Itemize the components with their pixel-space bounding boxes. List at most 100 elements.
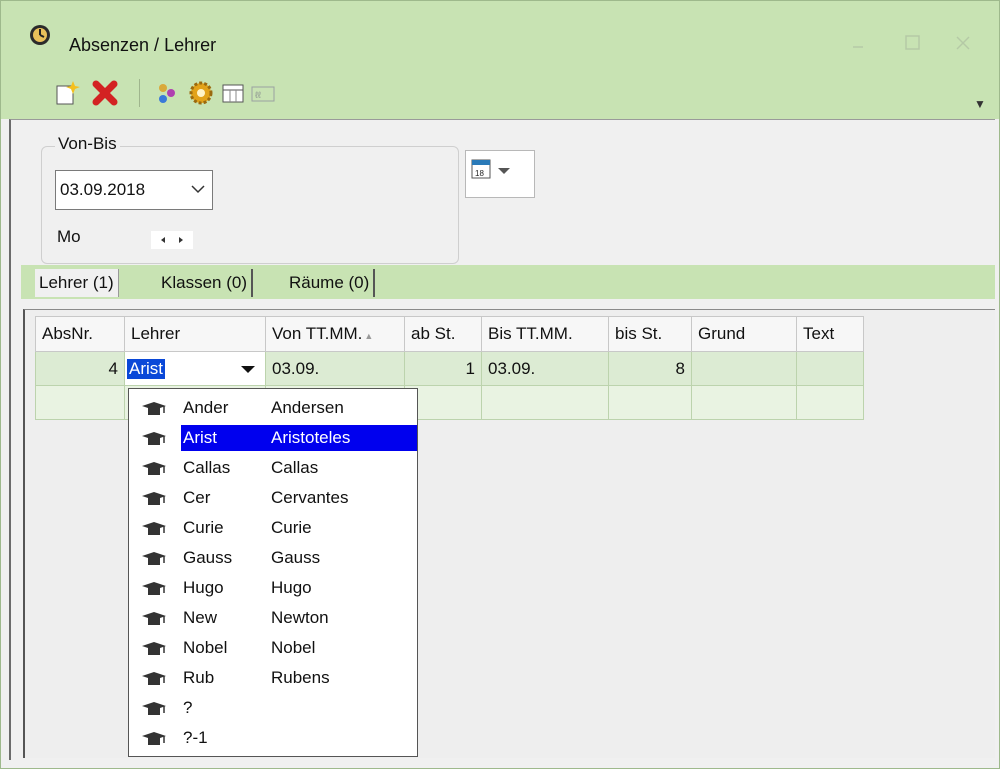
dropdown-item-short: Gauss xyxy=(183,548,233,567)
dropdown-item-short: Arist xyxy=(181,425,269,451)
teacher-hat-icon xyxy=(142,522,166,535)
dropdown-item-long: Rubens xyxy=(271,668,330,687)
people-icon[interactable] xyxy=(153,79,181,107)
maximize-icon[interactable] xyxy=(899,31,927,55)
teacher-hat-icon xyxy=(142,462,166,475)
cell-grund[interactable] xyxy=(691,351,797,386)
cell-empty[interactable] xyxy=(608,385,692,420)
window-title: Absenzen / Lehrer xyxy=(69,35,217,55)
cell-ab[interactable]: 1 xyxy=(404,351,482,386)
teacher-hat-icon xyxy=(142,612,166,625)
cell-empty[interactable] xyxy=(691,385,797,420)
table-row[interactable]: 4 Arist 03.09. 1 03.09. 8 xyxy=(35,351,864,386)
dropdown-item-short: Callas xyxy=(183,458,231,477)
dropdown-item-long: Nobel xyxy=(271,638,316,657)
col-lehrer[interactable]: Lehrer xyxy=(124,316,266,352)
tab-raeume[interactable]: Räume (0) xyxy=(285,269,376,297)
cell-von[interactable]: 03.09. xyxy=(265,351,405,386)
settings-gear-icon[interactable] xyxy=(187,79,215,107)
date-value: 03.09.2018 xyxy=(60,180,146,199)
teacher-hat-icon xyxy=(142,672,166,685)
dropdown-item-long: Newton xyxy=(271,608,329,627)
teacher-hat-icon xyxy=(142,402,166,415)
close-icon[interactable] xyxy=(949,31,977,55)
teacher-hat-icon xyxy=(142,582,166,595)
table-header: AbsNr. Lehrer Von TT.MM. ▲ ab St. Bis TT.… xyxy=(35,316,864,352)
prev-next-arrows[interactable] xyxy=(151,231,193,249)
col-bis[interactable]: Bis TT.MM. xyxy=(481,316,609,352)
col-bisst[interactable]: bis St. xyxy=(608,316,692,352)
toolbar: ℓℓ ▼ xyxy=(1,67,999,119)
col-text[interactable]: Text xyxy=(796,316,864,352)
cell-text[interactable] xyxy=(796,351,864,386)
weekday-label: Mo xyxy=(57,227,81,246)
teacher-dropdown-list: Ander Andersen Arist Aristoteles Callas Calla… xyxy=(128,388,418,757)
dropdown-item-long: Hugo xyxy=(271,578,312,597)
col-grund[interactable]: Grund xyxy=(691,316,797,352)
dropdown-item-long: Gauss xyxy=(271,548,321,567)
cell-empty[interactable] xyxy=(35,385,125,420)
cell-lehrer-value[interactable]: Arist xyxy=(127,358,165,379)
group-label: Von-Bis xyxy=(55,134,120,154)
dropdown-item[interactable]: New Newton xyxy=(131,603,415,633)
cell-empty[interactable] xyxy=(481,385,609,420)
dropdown-item[interactable]: Callas Callas xyxy=(131,453,415,483)
col-absnr[interactable]: AbsNr. xyxy=(35,316,125,352)
toolbar-overflow-icon[interactable]: ▼ xyxy=(974,97,986,111)
dropdown-item-short: Rub xyxy=(183,668,215,687)
dropdown-item-short: New xyxy=(183,608,218,627)
teacher-hat-icon xyxy=(142,642,166,655)
new-icon[interactable] xyxy=(53,79,81,107)
teacher-hat-icon xyxy=(142,432,166,445)
dropdown-item-long: Aristoteles xyxy=(267,425,417,451)
dropdown-arrow-icon[interactable] xyxy=(241,366,255,373)
tab-lehrer[interactable]: Lehrer (1) xyxy=(35,269,119,297)
dropdown-item[interactable]: Ander Andersen xyxy=(131,393,415,423)
cell-bis[interactable]: 03.09. xyxy=(481,351,609,386)
teacher-hat-icon xyxy=(142,492,166,505)
dropdown-item-long xyxy=(267,725,417,751)
chevron-down-icon[interactable] xyxy=(190,183,206,195)
dropdown-item-long: Callas xyxy=(271,458,319,477)
dropdown-item-short: ? xyxy=(183,698,193,717)
date-picker[interactable]: 03.09.2018 xyxy=(55,170,213,210)
col-ab[interactable]: ab St. xyxy=(404,316,482,352)
dropdown-item[interactable]: Nobel Nobel xyxy=(131,633,415,663)
dropdown-item-long: Andersen xyxy=(271,398,344,417)
dropdown-item[interactable]: Gauss Gauss xyxy=(131,543,415,573)
sort-asc-icon: ▲ xyxy=(364,331,374,341)
teacher-hat-icon xyxy=(142,702,166,715)
cell-lehrer-combo[interactable]: Arist xyxy=(124,351,266,386)
dropdown-item[interactable]: Curie Curie xyxy=(131,513,415,543)
dropdown-item[interactable]: ? xyxy=(131,693,415,723)
tab-strip: Lehrer (1) Klassen (0) Räume (0) xyxy=(21,265,995,299)
title-bar: Absenzen / Lehrer xyxy=(1,1,999,67)
dropdown-item[interactable]: ?-1 xyxy=(131,723,415,753)
next-arrow-icon xyxy=(179,237,183,243)
minimize-icon[interactable] xyxy=(845,31,873,55)
dropdown-item-short: Nobel xyxy=(183,638,228,657)
tab-klassen[interactable]: Klassen (0) xyxy=(157,269,253,297)
col-von[interactable]: Von TT.MM. ▲ xyxy=(265,316,405,352)
dropdown-item-short: ?-1 xyxy=(183,728,208,747)
dropdown-item[interactable]: Hugo Hugo xyxy=(131,573,415,603)
svg-text:ℓℓ: ℓℓ xyxy=(255,90,262,100)
clock-icon xyxy=(30,25,50,45)
dropdown-item-long: Curie xyxy=(271,518,312,537)
cell-bisst[interactable]: 8 xyxy=(608,351,692,386)
dropdown-item-short: Ander xyxy=(183,398,229,417)
report-icon[interactable]: ℓℓ xyxy=(249,79,277,107)
cell-empty[interactable] xyxy=(796,385,864,420)
col-von-label: Von TT.MM. xyxy=(272,324,363,343)
dropdown-item[interactable]: Cer Cervantes xyxy=(131,483,415,513)
calendar-list-icon[interactable] xyxy=(219,79,247,107)
delete-icon[interactable] xyxy=(91,79,119,107)
calendar-dropdown-button[interactable]: 18 xyxy=(465,150,535,198)
dropdown-item[interactable]: Arist Aristoteles xyxy=(131,423,417,453)
cell-absnr[interactable]: 4 xyxy=(35,351,125,386)
dropdown-item-short: Hugo xyxy=(183,578,224,597)
svg-text:18: 18 xyxy=(475,169,484,178)
dropdown-item[interactable]: Rub Rubens xyxy=(131,663,415,693)
toolbar-separator xyxy=(139,79,140,107)
teacher-hat-icon xyxy=(142,552,166,565)
